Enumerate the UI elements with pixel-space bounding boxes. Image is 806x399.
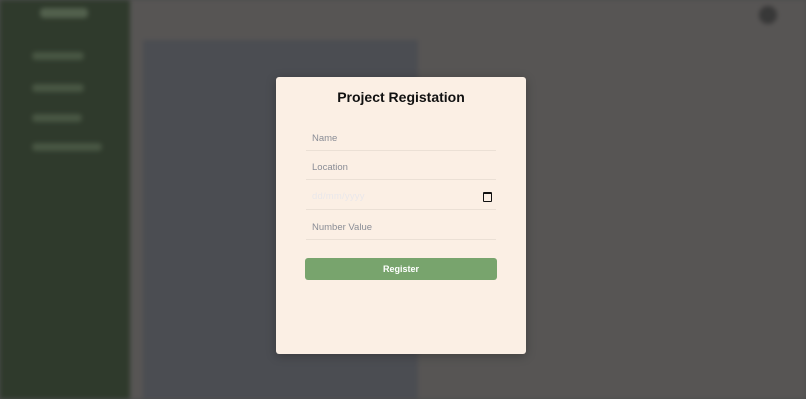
modal-title: Project Registation — [337, 89, 465, 105]
number-field — [306, 217, 496, 240]
sidebar-item — [32, 114, 82, 122]
calendar-icon[interactable] — [483, 192, 492, 202]
number-input[interactable] — [306, 217, 496, 238]
location-input[interactable] — [306, 157, 496, 178]
sidebar — [0, 0, 130, 399]
date-input[interactable]: dd/mm/yyyy — [312, 191, 365, 202]
sidebar-item — [32, 84, 84, 92]
sidebar-item — [32, 52, 84, 60]
location-field — [306, 157, 496, 180]
avatar — [759, 6, 777, 24]
sidebar-logo — [40, 8, 88, 18]
registration-modal: Project Registation dd/mm/yyyy Register — [276, 77, 526, 354]
name-field — [306, 128, 496, 151]
name-input[interactable] — [306, 128, 496, 149]
register-button[interactable]: Register — [305, 258, 497, 280]
date-field[interactable]: dd/mm/yyyy — [306, 187, 496, 210]
sidebar-item — [32, 143, 102, 151]
